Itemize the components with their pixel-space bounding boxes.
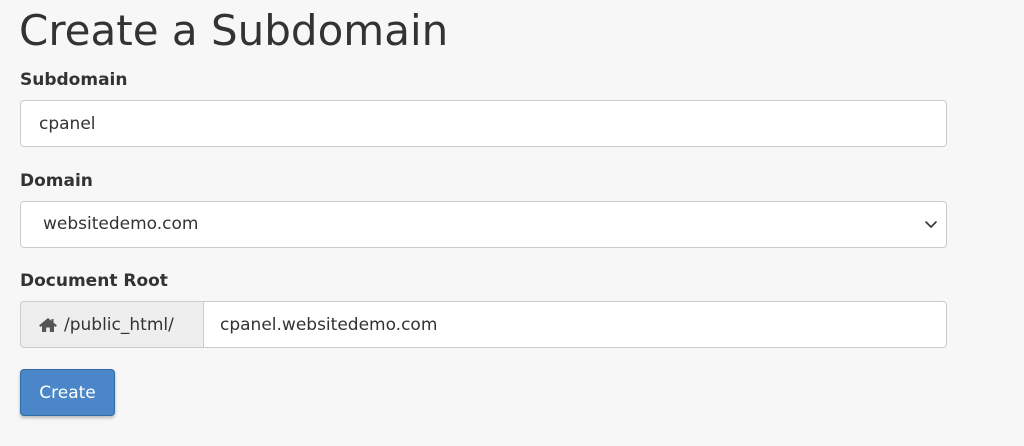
home-icon [39, 317, 57, 332]
document-root-label: Document Root [20, 271, 168, 291]
create-button[interactable]: Create [20, 369, 115, 416]
subdomain-label: Subdomain [20, 70, 128, 90]
document-root-input[interactable] [203, 301, 947, 348]
domain-select-value: websitedemo.com [43, 214, 199, 234]
subdomain-input[interactable] [20, 100, 947, 147]
document-root-group: /public_html/ [20, 301, 947, 348]
domain-select[interactable]: websitedemo.com [20, 201, 947, 248]
domain-label: Domain [20, 171, 93, 191]
document-root-prefix: /public_html/ [20, 301, 203, 348]
page-title: Create a Subdomain [19, 6, 449, 55]
document-root-prefix-text: /public_html/ [64, 314, 174, 335]
chevron-down-icon [925, 221, 937, 228]
